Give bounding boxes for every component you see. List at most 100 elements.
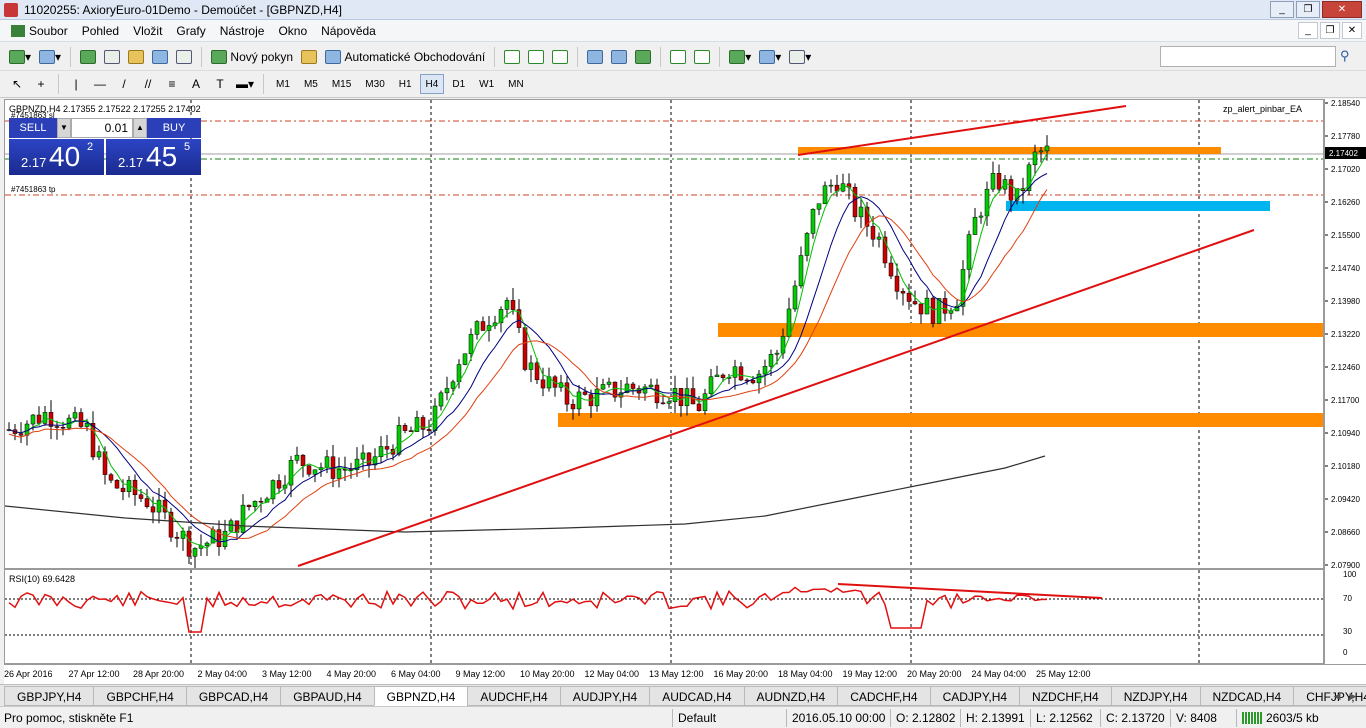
new-chart-button[interactable]: ▾	[6, 46, 34, 68]
bull-candle	[876, 236, 882, 240]
tab-nzdjpy[interactable]: NZDJPY,H4	[1110, 685, 1201, 706]
sell-price-button[interactable]: 2.17 40 2	[9, 139, 104, 175]
arrows-button[interactable]: ▬ ▾	[233, 73, 257, 95]
timeframe-w1[interactable]: W1	[473, 74, 500, 94]
zoom-in-button[interactable]	[584, 46, 606, 68]
mdi-close-button[interactable]: ✕	[1342, 22, 1362, 39]
buy-button[interactable]: BUY	[147, 118, 201, 138]
terminal-button[interactable]	[149, 46, 171, 68]
tab-audnzd[interactable]: AUDNZD,H4	[743, 685, 839, 706]
tab-cadjpy[interactable]: CADJPY,H4	[929, 685, 1021, 706]
fibonacci-button[interactable]: ≡	[161, 73, 183, 95]
bull-candle	[444, 388, 450, 394]
rsi-canvas[interactable]: RSI(10) 69.6428	[5, 570, 1324, 664]
status-separator	[960, 709, 961, 727]
profiles-button[interactable]: ▾	[36, 46, 64, 68]
buy-price-button[interactable]: 2.17 45 5	[106, 139, 201, 175]
minimize-button[interactable]: _	[1270, 1, 1294, 18]
search-icon[interactable]: ⚲	[1340, 48, 1356, 64]
tab-scroll-right-icon[interactable]: ▶	[1346, 689, 1360, 703]
sell-button[interactable]: SELL	[9, 118, 57, 138]
candlestick-button[interactable]	[525, 46, 547, 68]
templates-icon	[789, 49, 806, 64]
main-chart[interactable]: GBPNZD,H4 2.17355 2.17522 2.17255 2.1740…	[4, 99, 1324, 569]
maximize-button[interactable]: ❐	[1296, 1, 1320, 18]
text-button[interactable]: A	[185, 73, 207, 95]
indicators-button[interactable]: ▾	[726, 46, 754, 68]
bull-candle	[666, 401, 672, 404]
time-axis[interactable]: 26 Apr 2016 27 Apr 12:00 28 Apr 20:00 2 May…	[4, 664, 1366, 684]
bar-chart-button[interactable]	[501, 46, 523, 68]
tab-scroll-left-icon[interactable]: ◀	[1330, 689, 1344, 703]
close-button[interactable]: ✕	[1322, 1, 1362, 18]
trendline-button[interactable]: /	[113, 73, 135, 95]
tab-nzdchf[interactable]: NZDCHF,H4	[1019, 685, 1112, 706]
mdi-restore-button[interactable]: ❐	[1320, 22, 1340, 39]
menu-window[interactable]: Okno	[271, 20, 314, 42]
auto-scroll-button[interactable]	[667, 46, 689, 68]
ea-name-label: zp_alert_pinbar_EA	[1223, 104, 1302, 114]
tab-gbpaud[interactable]: GBPAUD,H4	[280, 685, 375, 706]
bear-candle	[912, 301, 918, 305]
tab-gbpchf[interactable]: GBPCHF,H4	[93, 685, 187, 706]
new-order-button[interactable]: Nový pokyn	[208, 46, 296, 68]
metaeditor-button[interactable]	[298, 46, 320, 68]
timeframe-m30[interactable]: M30	[359, 74, 390, 94]
rsi-subwindow[interactable]: RSI(10) 69.6428	[4, 569, 1324, 664]
zoom-out-icon	[611, 49, 628, 64]
timeframe-m1[interactable]: M1	[270, 74, 296, 94]
market-watch-button[interactable]	[77, 46, 99, 68]
navigator-button[interactable]	[125, 46, 147, 68]
timeframe-m5[interactable]: M5	[298, 74, 324, 94]
search-input[interactable]	[1160, 46, 1336, 67]
timeframe-h4[interactable]: H4	[419, 74, 445, 94]
menu-tools[interactable]: Nástroje	[213, 20, 272, 42]
menu-view[interactable]: Pohled	[75, 20, 126, 42]
lot-down-arrow[interactable]: ▼	[57, 118, 71, 138]
templates-button[interactable]: ▾	[786, 46, 814, 68]
tile-windows-button[interactable]	[632, 46, 654, 68]
timeframe-mn[interactable]: MN	[502, 74, 530, 94]
periods-button[interactable]: ▾	[756, 46, 784, 68]
horizontal-line-button[interactable]: —	[89, 73, 111, 95]
price-tick-label: 2.09420	[1331, 495, 1360, 504]
timeframe-m15[interactable]: M15	[326, 74, 357, 94]
tab-gbpnzd[interactable]: GBPNZD,H4	[373, 685, 469, 706]
menu-insert[interactable]: Vložit	[126, 20, 169, 42]
strategy-tester-button[interactable]	[173, 46, 195, 68]
price-tick-label: 2.16260	[1331, 198, 1360, 207]
menu-file[interactable]: Soubor	[4, 20, 75, 42]
tab-cadchf[interactable]: CADCHF,H4	[837, 685, 931, 706]
mdi-minimize-button[interactable]: _	[1298, 22, 1318, 39]
bull-candle	[528, 362, 534, 370]
lot-up-arrow[interactable]: ▲	[133, 118, 147, 138]
timeframe-h1[interactable]: H1	[393, 74, 418, 94]
bear-candle	[78, 412, 84, 427]
time-tick-label: 3 May 12:00	[262, 669, 312, 679]
tab-audjpy[interactable]: AUDJPY,H4	[559, 685, 651, 706]
tab-gbpcad[interactable]: GBPCAD,H4	[185, 685, 282, 706]
line-chart-button[interactable]	[549, 46, 571, 68]
tab-nzdcad[interactable]: NZDCAD,H4	[1199, 685, 1295, 706]
candlestick-icon	[528, 49, 545, 64]
data-window-button[interactable]	[101, 46, 123, 68]
crosshair-button[interactable]: +	[30, 73, 52, 95]
tab-audchf[interactable]: AUDCHF,H4	[467, 685, 561, 706]
tab-audcad[interactable]: AUDCAD,H4	[649, 685, 745, 706]
auto-scroll-icon	[670, 49, 687, 64]
vertical-line-button[interactable]: |	[65, 73, 87, 95]
chart-shift-button[interactable]	[691, 46, 713, 68]
timeframe-d1[interactable]: D1	[446, 74, 471, 94]
price-chart-canvas[interactable]: GBPNZD,H4 2.17355 2.17522 2.17255 2.1740…	[5, 100, 1324, 569]
cursor-button[interactable]: ↖	[6, 73, 28, 95]
auto-trading-button[interactable]: Automatické Obchodování	[322, 46, 488, 68]
channel-button[interactable]: //	[137, 73, 159, 95]
menu-help[interactable]: Nápověda	[314, 20, 383, 42]
text-label-button[interactable]: T	[209, 73, 231, 95]
bull-candle	[336, 468, 342, 479]
zoom-out-button[interactable]	[608, 46, 630, 68]
menu-charts[interactable]: Grafy	[169, 20, 212, 42]
lot-size-input[interactable]: 0.01	[71, 118, 133, 138]
tab-gbpjpy[interactable]: GBPJPY,H4	[4, 685, 95, 706]
price-axis[interactable]: 2.18540 2.17780 2.17020 2.16260 2.15500 2.147…	[1324, 99, 1366, 664]
